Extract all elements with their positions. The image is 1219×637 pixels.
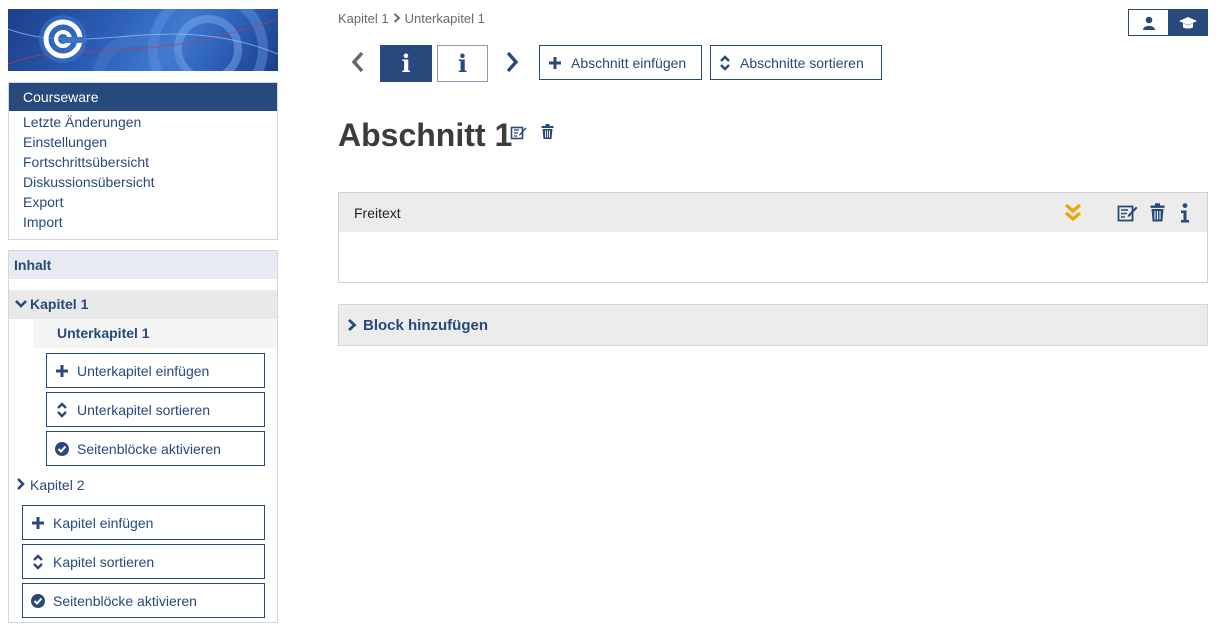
sort-sections-label: Abschnitte sortieren	[740, 54, 864, 71]
nav-item-export[interactable]: Export	[9, 192, 277, 212]
nav-item-discussions[interactable]: Diskussionsübersicht	[9, 172, 277, 192]
delete-section-button[interactable]	[541, 124, 554, 143]
add-block-button[interactable]: Block hinzufügen	[338, 304, 1208, 346]
sort-icon	[23, 553, 53, 570]
person-icon	[1142, 16, 1155, 30]
subchapter-1-label: Unterkapitel 1	[57, 325, 150, 341]
chevron-right-icon	[506, 51, 519, 73]
delete-block-button[interactable]	[1150, 203, 1165, 225]
check-circle-icon	[23, 593, 53, 608]
nav-item-settings[interactable]: Einstellungen	[9, 132, 277, 152]
chapter-1-label: Kapitel 1	[30, 296, 89, 312]
trash-icon	[1150, 203, 1165, 222]
add-section-button[interactable]: Abschnitt einfügen	[539, 45, 702, 80]
graduation-cap-icon	[1178, 16, 1197, 28]
teacher-view-button[interactable]	[1168, 10, 1207, 35]
sort-sections-button[interactable]: Abschnitte sortieren	[710, 45, 882, 80]
plus-icon	[47, 364, 77, 378]
chapter-2-label: Kapitel 2	[30, 477, 85, 493]
chevron-down-icon	[12, 290, 30, 319]
nav-item-import[interactable]: Import	[9, 212, 277, 232]
nav-item-progress[interactable]: Fortschrittsübersicht	[9, 152, 277, 172]
breadcrumb-chapter[interactable]: Kapitel 1	[338, 11, 389, 26]
activate-subchapter-blocks-label: Seitenblöcke aktivieren	[77, 440, 221, 457]
activate-subchapter-blocks-button[interactable]: Seitenblöcke aktivieren	[46, 431, 265, 466]
participant-view-button[interactable]	[1129, 10, 1168, 35]
sort-subchapter-button[interactable]: Unterkapitel sortieren	[46, 392, 265, 427]
sort-subchapter-label: Unterkapitel sortieren	[77, 401, 211, 418]
nav-item-courseware[interactable]: Courseware	[9, 83, 277, 111]
activate-chapter-blocks-button[interactable]: Seitenblöcke aktivieren	[22, 583, 265, 618]
trash-icon	[541, 124, 554, 139]
plus-icon	[23, 516, 53, 530]
next-page-button[interactable]	[500, 48, 524, 76]
sort-icon	[719, 54, 731, 71]
section-title: Abschnitt 1	[338, 117, 513, 153]
chevron-right-icon	[347, 318, 357, 332]
edit-block-button[interactable]	[1117, 203, 1139, 226]
edit-icon	[1117, 205, 1138, 222]
chapter-1-row[interactable]: Kapitel 1	[9, 290, 277, 319]
insert-chapter-label: Kapitel einfügen	[53, 514, 154, 531]
insert-chapter-button[interactable]: Kapitel einfügen	[22, 505, 265, 540]
breadcrumb: Kapitel 1 Unterkapitel 1	[338, 11, 485, 26]
chapter-2-row[interactable]: Kapitel 2	[9, 471, 277, 500]
course-logo-graphic	[8, 9, 278, 71]
edit-icon	[510, 126, 527, 140]
breadcrumb-subchapter[interactable]: Unterkapitel 1	[405, 11, 485, 26]
plus-icon	[548, 56, 562, 70]
activate-chapter-blocks-label: Seitenblöcke aktivieren	[53, 592, 197, 609]
content-tree: Inhalt Kapitel 1 Unterkapitel 1 Unterkap…	[8, 250, 278, 623]
subchapter-1-row[interactable]: Unterkapitel 1	[33, 319, 277, 348]
freetext-block-header: Freitext	[339, 193, 1207, 232]
freetext-block: Freitext	[338, 192, 1208, 283]
previous-page-button[interactable]	[346, 48, 370, 76]
chevron-left-icon	[351, 51, 364, 73]
block-title: Freitext	[354, 204, 401, 221]
insert-subchapter-button[interactable]: Unterkapitel einfügen	[46, 353, 265, 388]
sort-chapter-button[interactable]: Kapitel sortieren	[22, 544, 265, 579]
chevron-right-icon	[393, 11, 401, 26]
sort-icon	[47, 401, 77, 418]
add-block-label: Block hinzufügen	[363, 316, 488, 334]
chevron-right-icon	[12, 471, 30, 500]
edit-section-button[interactable]	[510, 124, 527, 144]
content-tree-title: Inhalt	[9, 251, 277, 279]
check-circle-icon	[47, 441, 77, 456]
add-section-label: Abschnitt einfügen	[571, 54, 687, 71]
expand-block-button[interactable]	[1063, 203, 1083, 226]
block-info-button[interactable]	[1180, 203, 1190, 226]
sort-chapter-label: Kapitel sortieren	[53, 553, 155, 570]
section-info-button[interactable]: i	[437, 45, 488, 82]
course-banner	[8, 9, 278, 71]
double-chevron-down-icon	[1064, 203, 1082, 222]
section-info-button-active[interactable]: i	[380, 45, 432, 82]
nav-item-recent-changes[interactable]: Letzte Änderungen	[9, 112, 277, 132]
insert-subchapter-label: Unterkapitel einfügen	[77, 362, 210, 379]
view-mode-switch	[1128, 9, 1208, 36]
course-nav: Courseware Letzte Änderungen Einstellung…	[8, 82, 278, 240]
info-icon	[1181, 203, 1189, 223]
